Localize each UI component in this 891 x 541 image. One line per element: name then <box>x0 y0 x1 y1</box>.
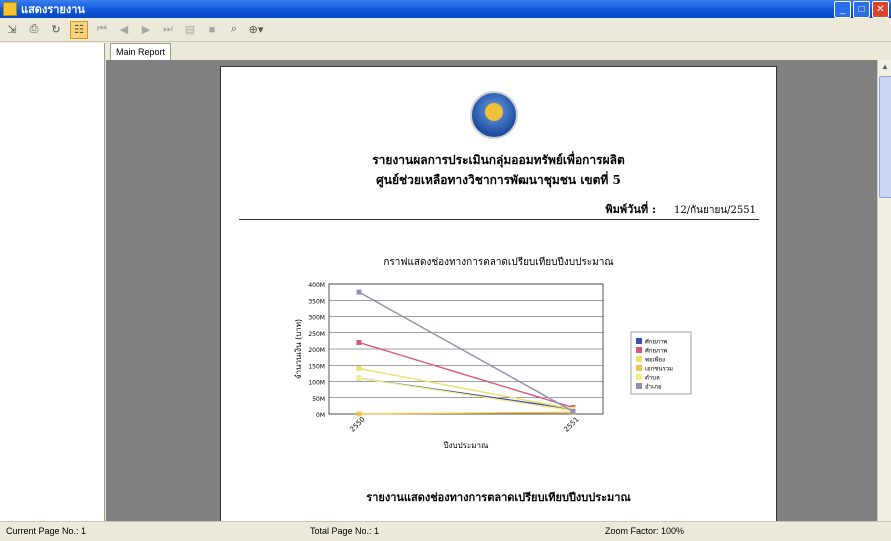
legend-label: ศักยภาพ <box>645 339 667 346</box>
zoom-status: Zoom Factor: 100% <box>605 526 685 536</box>
y-tick-label: 250M <box>308 331 325 338</box>
y-axis-label: จำนวนเงิน (บาท) <box>294 319 303 379</box>
logo <box>470 91 518 139</box>
current-page-status: Current Page No.: 1 <box>6 526 87 536</box>
legend-swatch <box>636 383 642 389</box>
last-page-icon[interactable]: ⏭ <box>160 22 176 38</box>
legend-swatch <box>636 338 642 344</box>
total-page-status: Total Page No.: 1 <box>310 526 380 536</box>
data-point <box>356 375 362 381</box>
goto-page-icon[interactable]: ▤ <box>182 22 198 38</box>
y-tick-label: 400M <box>308 282 325 289</box>
legend-label: เอกชนรวม <box>645 366 673 373</box>
data-point <box>356 340 362 345</box>
status-bar: Current Page No.: 1 Total Page No.: 1 Zo… <box>0 521 891 541</box>
data-point <box>356 411 362 417</box>
x-tick-label: 2550 <box>348 415 366 433</box>
x-axis-label: ปีงบประมาณ <box>443 441 489 450</box>
group-tree-icon[interactable]: ☷ <box>70 20 88 39</box>
title-bar: แสดงรายงาน _ □ ✕ <box>0 0 891 18</box>
y-tick-label: 350M <box>308 298 325 305</box>
data-point <box>570 408 576 414</box>
legend-swatch <box>636 365 642 371</box>
legend-label: อำเภอ <box>645 384 662 391</box>
y-tick-label: 200M <box>308 347 325 354</box>
y-tick-label: 50M <box>312 396 325 403</box>
zoom-icon[interactable]: ⊕▾ <box>248 22 264 38</box>
refresh-icon[interactable]: ↻ <box>48 22 64 38</box>
scroll-thumb[interactable] <box>879 76 891 198</box>
legend-swatch <box>636 347 642 353</box>
line-chart: 0M 50M 100M 150M 200M 250M 300M 350M 400M 2550 25… <box>294 282 692 450</box>
print-date-line: พิมพ์วันที่ : 12/กันยายน/2551 <box>605 200 756 218</box>
legend-label: ศักยภาพ <box>645 348 667 355</box>
data-point <box>356 289 362 295</box>
print-date-label: พิมพ์วันที่ : <box>605 203 657 216</box>
export-icon[interactable]: ⇲ <box>4 22 20 38</box>
maximize-button[interactable]: □ <box>853 1 870 18</box>
y-tick-label: 0M <box>316 412 325 419</box>
legend-label: พอเพียง <box>645 356 665 364</box>
print-icon[interactable]: ⎙ <box>26 22 42 38</box>
search-icon[interactable]: ⌕ <box>226 22 242 38</box>
y-tick-label: 150M <box>308 363 325 370</box>
x-tick-label: 2551 <box>562 415 580 433</box>
group-tree-pane[interactable] <box>0 43 105 521</box>
print-date: 12/กันยายน/2551 <box>674 205 756 216</box>
chart-title: กราฟแสดงช่องทางการตลาดเปรียบเทียบปีงบประ… <box>383 257 614 268</box>
report-title: รายงานผลการประเมินกลุ่มออมทรัพย์เพื่อการ… <box>372 153 625 167</box>
stop-icon[interactable]: ■ <box>204 22 220 38</box>
tab-main-report[interactable]: Main Report <box>110 43 172 60</box>
data-point <box>356 366 362 371</box>
close-button[interactable]: ✕ <box>872 1 889 18</box>
app-icon <box>3 2 17 16</box>
viewer-toolbar: ⇲ ⎙ ↻ ☷ ⏮ ◀ ▶ ⏭ ▤ ■ ⌕ ⊕▾ <box>0 18 891 42</box>
report-page: รายงานผลการประเมินกลุ่มออมทรัพย์เพื่อการ… <box>220 66 777 521</box>
prev-page-icon[interactable]: ◀ <box>116 22 132 38</box>
legend-swatch <box>636 374 642 380</box>
y-tick-label: 300M <box>308 315 325 322</box>
section-title: รายงานแสดงช่องทางการตลาดเปรียบเทียบปีงบป… <box>366 491 631 504</box>
legend-swatch <box>636 356 642 362</box>
vertical-scrollbar[interactable]: ▲ <box>877 60 891 521</box>
legend-label: ตำบล <box>645 375 660 382</box>
scroll-up-icon[interactable]: ▲ <box>878 60 891 74</box>
minimize-button[interactable]: _ <box>834 1 851 18</box>
report-subtitle: ศูนย์ช่วยเหลือทางวิชาการพัฒนาชุมชน เขตที… <box>376 173 621 187</box>
y-tick-label: 100M <box>308 380 325 387</box>
next-page-icon[interactable]: ▶ <box>138 22 154 38</box>
divider <box>239 219 759 220</box>
window-title: แสดงรายงาน <box>21 4 85 16</box>
first-page-icon[interactable]: ⏮ <box>94 22 110 38</box>
report-viewer[interactable]: รายงานผลการประเมินกลุ่มออมทรัพย์เพื่อการ… <box>106 60 877 521</box>
tab-strip: Main Report <box>106 43 891 60</box>
